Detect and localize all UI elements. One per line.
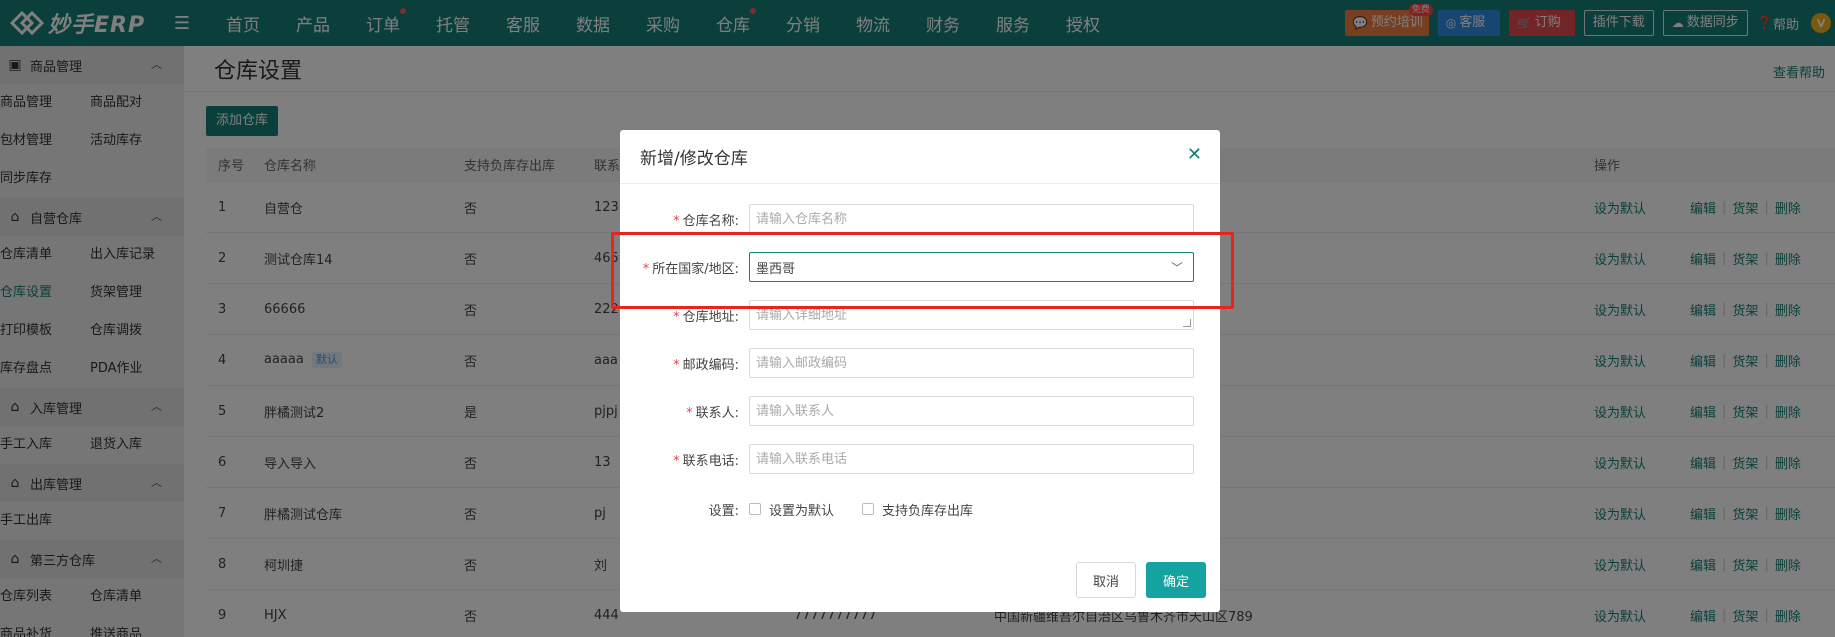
cancel-button[interactable]: 取消 [1076, 562, 1136, 598]
negative-stock-checkbox[interactable]: 支持负库存出库 [862, 500, 973, 519]
form-row-name: * 仓库名称: [620, 204, 1220, 234]
phone-input[interactable] [749, 444, 1194, 474]
form-row-contact: * 联系人: [620, 396, 1220, 426]
highlight-box [611, 232, 1234, 309]
form-row-settings: 设置: 设置为默认 支持负库存出库 [620, 494, 1220, 524]
confirm-button[interactable]: 确定 [1146, 562, 1206, 598]
dialog-header: 新增/修改仓库 ✕ [620, 130, 1220, 184]
checkbox-box [862, 503, 875, 515]
warehouse-name-input[interactable] [749, 204, 1194, 234]
form-row-zip: * 邮政编码: [620, 348, 1220, 378]
form-row-phone: * 联系电话: [620, 444, 1220, 474]
contact-input[interactable] [749, 396, 1194, 426]
warehouse-dialog: 新增/修改仓库 ✕ *仓库名称: *所在国家/地区: 墨西哥 ﹀ *仓库地址: … [620, 130, 1220, 612]
dialog-title: 新增/修改仓库 [640, 149, 748, 169]
zip-input[interactable] [749, 348, 1194, 378]
resize-handle[interactable] [1183, 319, 1191, 327]
dialog-footer: 取消 确定 [1076, 562, 1206, 598]
close-icon[interactable]: ✕ [1187, 144, 1202, 165]
set-default-checkbox[interactable]: 设置为默认 [749, 500, 834, 519]
checkbox-box [749, 503, 761, 515]
